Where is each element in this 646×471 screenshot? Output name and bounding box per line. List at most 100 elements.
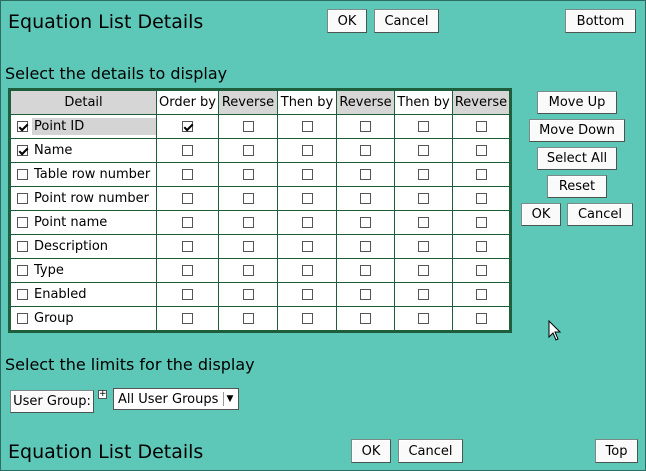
then-by-2-checkbox[interactable] bbox=[418, 241, 429, 252]
then-by-2-cell bbox=[395, 139, 453, 163]
reverse-2-cell bbox=[337, 283, 395, 307]
user-group-button[interactable]: User Group: bbox=[10, 390, 94, 413]
ok-button[interactable]: OK bbox=[327, 9, 367, 33]
column-header-then-by-1: Then by bbox=[278, 91, 337, 115]
then-by-2-checkbox[interactable] bbox=[418, 313, 429, 324]
then-by-1-checkbox[interactable] bbox=[301, 313, 313, 324]
reverse-2-checkbox[interactable] bbox=[360, 217, 371, 228]
top-button[interactable]: Top bbox=[595, 439, 638, 463]
order-by-checkbox[interactable] bbox=[182, 193, 193, 204]
mouse-pointer-icon bbox=[548, 320, 562, 341]
detail-label[interactable]: Name bbox=[32, 142, 74, 159]
detail-cell: Name bbox=[11, 139, 157, 163]
reverse-2-checkbox[interactable] bbox=[360, 241, 371, 252]
then-by-1-checkbox[interactable] bbox=[301, 289, 313, 300]
then-by-2-checkbox[interactable] bbox=[418, 289, 429, 300]
reverse-2-cell bbox=[337, 235, 395, 259]
then-by-2-checkbox[interactable] bbox=[418, 169, 429, 180]
reverse-3-checkbox[interactable] bbox=[475, 217, 487, 228]
detail-checkbox[interactable] bbox=[17, 145, 28, 156]
detail-checkbox[interactable] bbox=[17, 217, 28, 228]
reverse-3-checkbox[interactable] bbox=[475, 265, 487, 276]
order-by-checkbox[interactable] bbox=[182, 121, 193, 132]
reverse-2-checkbox[interactable] bbox=[360, 121, 371, 132]
then-by-2-cell bbox=[395, 187, 453, 211]
move-down-button[interactable]: Move Down bbox=[529, 119, 625, 142]
detail-label[interactable]: Point row number bbox=[32, 190, 151, 207]
then-by-1-cell bbox=[278, 259, 337, 283]
detail-checkbox[interactable] bbox=[17, 193, 28, 204]
detail-checkbox[interactable] bbox=[17, 121, 28, 132]
reverse-1-checkbox[interactable] bbox=[242, 217, 254, 228]
order-by-checkbox[interactable] bbox=[182, 265, 193, 276]
footer-cancel-button[interactable]: Cancel bbox=[398, 439, 463, 463]
reverse-3-cell bbox=[453, 115, 509, 139]
reverse-2-cell bbox=[337, 163, 395, 187]
then-by-1-checkbox[interactable] bbox=[301, 265, 313, 276]
order-by-cell bbox=[157, 139, 219, 163]
select-all-button[interactable]: Select All bbox=[537, 147, 617, 170]
then-by-1-checkbox[interactable] bbox=[301, 217, 313, 228]
table-row: Group bbox=[11, 307, 509, 330]
reverse-3-checkbox[interactable] bbox=[475, 169, 487, 180]
detail-label[interactable]: Group bbox=[32, 310, 76, 327]
then-by-1-checkbox[interactable] bbox=[301, 169, 313, 180]
reverse-3-checkbox[interactable] bbox=[475, 313, 487, 324]
detail-label[interactable]: Table row number bbox=[32, 166, 152, 183]
cancel-button[interactable]: Cancel bbox=[374, 9, 439, 33]
detail-checkbox[interactable] bbox=[17, 241, 28, 252]
then-by-1-checkbox[interactable] bbox=[301, 121, 313, 132]
reverse-3-checkbox[interactable] bbox=[475, 145, 487, 156]
reverse-1-checkbox[interactable] bbox=[242, 241, 254, 252]
side-cancel-button[interactable]: Cancel bbox=[567, 203, 633, 226]
reverse-2-checkbox[interactable] bbox=[360, 193, 371, 204]
then-by-1-checkbox[interactable] bbox=[301, 193, 313, 204]
reverse-2-checkbox[interactable] bbox=[360, 313, 371, 324]
reverse-3-checkbox[interactable] bbox=[475, 241, 487, 252]
reverse-3-checkbox[interactable] bbox=[475, 193, 487, 204]
detail-checkbox[interactable] bbox=[17, 265, 28, 276]
reverse-3-cell bbox=[453, 235, 509, 259]
reverse-1-checkbox[interactable] bbox=[242, 121, 254, 132]
order-by-checkbox[interactable] bbox=[182, 145, 193, 156]
detail-label[interactable]: Enabled bbox=[32, 286, 89, 303]
reverse-3-checkbox[interactable] bbox=[475, 289, 487, 300]
expand-plus-icon[interactable]: + bbox=[98, 390, 107, 399]
detail-checkbox[interactable] bbox=[17, 289, 28, 300]
detail-label[interactable]: Point name bbox=[32, 214, 109, 231]
then-by-2-checkbox[interactable] bbox=[418, 265, 429, 276]
detail-label[interactable]: Type bbox=[32, 262, 66, 279]
order-by-checkbox[interactable] bbox=[182, 169, 193, 180]
reverse-1-checkbox[interactable] bbox=[242, 193, 254, 204]
order-by-checkbox[interactable] bbox=[182, 217, 193, 228]
reverse-1-checkbox[interactable] bbox=[242, 265, 254, 276]
reverse-1-checkbox[interactable] bbox=[242, 169, 254, 180]
order-by-checkbox[interactable] bbox=[182, 241, 193, 252]
bottom-button[interactable]: Bottom bbox=[565, 9, 636, 33]
reverse-2-checkbox[interactable] bbox=[360, 145, 371, 156]
order-by-checkbox[interactable] bbox=[182, 313, 193, 324]
then-by-2-checkbox[interactable] bbox=[418, 217, 429, 228]
reverse-1-checkbox[interactable] bbox=[242, 145, 254, 156]
detail-label[interactable]: Description bbox=[32, 238, 110, 255]
reset-button[interactable]: Reset bbox=[547, 175, 607, 198]
reverse-1-checkbox[interactable] bbox=[242, 313, 254, 324]
reverse-2-checkbox[interactable] bbox=[360, 289, 371, 300]
user-group-select[interactable]: All User Groups ▼ bbox=[113, 388, 239, 410]
then-by-2-checkbox[interactable] bbox=[418, 121, 429, 132]
detail-checkbox[interactable] bbox=[17, 169, 28, 180]
move-up-button[interactable]: Move Up bbox=[537, 91, 617, 114]
reverse-1-checkbox[interactable] bbox=[242, 289, 254, 300]
then-by-2-checkbox[interactable] bbox=[418, 193, 429, 204]
then-by-2-checkbox[interactable] bbox=[418, 145, 429, 156]
detail-checkbox[interactable] bbox=[17, 313, 28, 324]
then-by-1-checkbox[interactable] bbox=[301, 145, 313, 156]
side-ok-button[interactable]: OK bbox=[521, 203, 561, 226]
detail-label[interactable]: Point ID bbox=[32, 118, 156, 135]
reverse-3-checkbox[interactable] bbox=[475, 121, 487, 132]
then-by-1-checkbox[interactable] bbox=[301, 241, 313, 252]
reverse-2-checkbox[interactable] bbox=[360, 169, 371, 180]
order-by-checkbox[interactable] bbox=[182, 289, 193, 300]
footer-ok-button[interactable]: OK bbox=[351, 439, 391, 463]
reverse-2-checkbox[interactable] bbox=[360, 265, 371, 276]
